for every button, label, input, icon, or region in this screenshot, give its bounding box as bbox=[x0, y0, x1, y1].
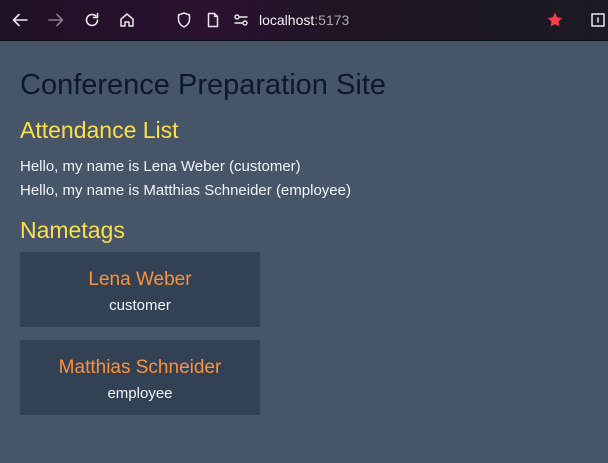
reload-icon[interactable] bbox=[80, 8, 104, 32]
account-icon[interactable] bbox=[586, 8, 608, 32]
attendance-list-heading: Attendance List bbox=[20, 117, 179, 143]
attendance-list-item: Hello, my name is Lena Weber (customer) bbox=[20, 158, 301, 175]
nametag-name: Lena Weber bbox=[88, 269, 192, 290]
page-icon[interactable] bbox=[201, 8, 225, 32]
url-host: localhost bbox=[259, 12, 315, 28]
nametag-card: Matthias Schneider employee bbox=[20, 340, 260, 415]
url-bar[interactable]: localhost:5173 bbox=[259, 11, 349, 29]
nametag-role: customer bbox=[109, 297, 171, 314]
page-title: Conference Preparation Site bbox=[20, 69, 386, 101]
forward-arrow-icon[interactable] bbox=[44, 8, 68, 32]
url-port: :5173 bbox=[314, 12, 350, 28]
nametag-role: employee bbox=[107, 385, 173, 402]
nametag-card: Lena Weber customer bbox=[20, 252, 260, 327]
attendance-list-item: Hello, my name is Matthias Schneider (em… bbox=[20, 182, 351, 199]
nametags-heading: Nametags bbox=[20, 217, 125, 243]
nametag-name: Matthias Schneider bbox=[58, 357, 222, 378]
home-icon[interactable] bbox=[115, 8, 139, 32]
page-content: Conference Preparation Site Attendance L… bbox=[0, 41, 608, 463]
shield-icon[interactable] bbox=[172, 8, 196, 32]
connection-settings-icon[interactable] bbox=[229, 8, 253, 32]
browser-toolbar: localhost:5173 bbox=[0, 0, 608, 41]
back-arrow-icon[interactable] bbox=[8, 8, 32, 32]
bookmark-star-icon[interactable] bbox=[543, 8, 567, 32]
